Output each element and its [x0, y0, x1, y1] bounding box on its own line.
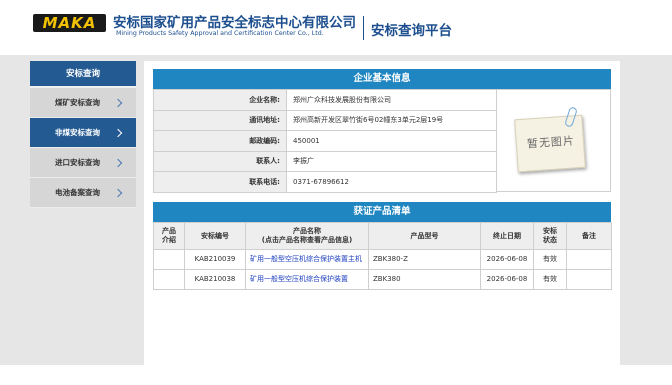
- company-info-table: 企业名称: 郑州广众科技发展股份有限公司 通讯地址: 郑州高新开发区翠竹街6号0…: [153, 89, 497, 193]
- info-value: 0371-67896612: [286, 171, 497, 193]
- product-name-link[interactable]: 矿用一般型空压机综合保护装置主机: [245, 249, 369, 270]
- sidebar-item-label: 煤矿安标查询: [55, 98, 100, 107]
- sidebar-item-non-coal[interactable]: 非煤安标查询: [30, 118, 136, 148]
- product-table-header: 产品 介绍 安标编号 产品名称 (点击产品名称查看产品信息) 产品型号 终止日期 安…: [153, 222, 612, 250]
- col-header-end-date: 终止日期: [480, 222, 534, 250]
- maka-logo[interactable]: MAKA: [33, 14, 106, 32]
- company-photo-cell: 暂无图片: [497, 89, 611, 192]
- chevron-right-icon: [113, 98, 123, 108]
- info-label: 联系电话:: [153, 171, 287, 193]
- platform-title: 安标查询平台: [371, 23, 452, 39]
- sidebar-item-battery[interactable]: 电池备案查询: [30, 178, 136, 208]
- info-value: 郑州高新开发区翠竹街6号02幢东3单元2层19号: [286, 109, 497, 131]
- site-header: MAKA 安标国家矿用产品安全标志中心有限公司 Mining Products …: [0, 0, 672, 55]
- org-name-cn: 安标国家矿用产品安全标志中心有限公司: [113, 15, 356, 31]
- info-label: 联系人:: [153, 150, 287, 172]
- col-header-remark: 备注: [566, 222, 612, 250]
- sidebar-item-coal-mine[interactable]: 煤矿安标查询: [30, 88, 136, 118]
- info-value: 李振广: [286, 150, 497, 172]
- cell-intro: [153, 249, 185, 270]
- content-panel: 企业基本信息 企业名称: 郑州广众科技发展股份有限公司 通讯地址: 郑州高新开发…: [144, 61, 620, 365]
- product-name-link[interactable]: 矿用一般型空压机综合保护装置: [245, 269, 369, 290]
- logo-text: MAKA: [42, 14, 97, 32]
- cell-cert-no: KAB210038: [184, 269, 246, 290]
- info-row-phone: 联系电话: 0371-67896612: [153, 171, 497, 193]
- org-name-en: Mining Products Safety Approval and Cert…: [116, 30, 324, 37]
- info-row-contact: 联系人: 李振广: [153, 150, 497, 172]
- cell-cert-no: KAB210039: [184, 249, 246, 270]
- cell-end-date: 2026-06-08: [480, 249, 534, 270]
- info-label: 企业名称:: [153, 89, 287, 111]
- cell-intro: [153, 269, 185, 290]
- col-header-status: 安标 状态: [533, 222, 567, 250]
- chevron-right-icon: [113, 128, 123, 138]
- cell-remark: [566, 269, 612, 290]
- info-label: 通讯地址:: [153, 109, 287, 131]
- product-table: 产品 介绍 安标编号 产品名称 (点击产品名称查看产品信息) 产品型号 终止日期 安…: [153, 222, 612, 290]
- chevron-right-icon: [113, 188, 123, 198]
- cell-remark: [566, 249, 612, 270]
- cell-model: ZBK380-Z: [368, 249, 481, 270]
- sidebar-title: 安标查询: [30, 61, 136, 88]
- info-label: 邮政编码:: [153, 130, 287, 152]
- col-header-model: 产品型号: [368, 222, 481, 250]
- sidebar-item-label: 电池备案查询: [55, 188, 100, 197]
- sidebar-item-label: 非煤安标查询: [55, 128, 100, 137]
- col-header-cert-no: 安标编号: [184, 222, 246, 250]
- table-row: KAB210038 矿用一般型空压机综合保护装置 ZBK380 2026-06-…: [153, 269, 612, 290]
- col-header-product-name: 产品名称 (点击产品名称查看产品信息): [245, 222, 369, 250]
- info-row-postcode: 邮政编码: 450001: [153, 130, 497, 152]
- sidebar-item-label: 进口安标查询: [55, 158, 100, 167]
- info-row-company-name: 企业名称: 郑州广众科技发展股份有限公司: [153, 89, 497, 111]
- info-value: 郑州广众科技发展股份有限公司: [286, 89, 497, 111]
- cell-status: 有效: [533, 269, 567, 290]
- sidebar: 安标查询 煤矿安标查询 非煤安标查询 进口安标查询 电池备案查询: [30, 61, 136, 208]
- info-row-address: 通讯地址: 郑州高新开发区翠竹街6号02幢东3单元2层19号: [153, 109, 497, 131]
- sidebar-item-import[interactable]: 进口安标查询: [30, 148, 136, 178]
- footer-space: [0, 365, 672, 385]
- col-header-intro: 产品 介绍: [153, 222, 185, 250]
- table-row: KAB210039 矿用一般型空压机综合保护装置主机 ZBK380-Z 2026…: [153, 249, 612, 270]
- chevron-right-icon: [113, 158, 123, 168]
- cell-model: ZBK380: [368, 269, 481, 290]
- cell-status: 有效: [533, 249, 567, 270]
- header-divider: [363, 16, 364, 40]
- no-image-text: 暂无图片: [526, 134, 576, 151]
- no-image-placeholder: 暂无图片: [514, 114, 586, 173]
- cell-end-date: 2026-06-08: [480, 269, 534, 290]
- company-info-title: 企业基本信息: [153, 69, 611, 89]
- info-value: 450001: [286, 130, 497, 152]
- product-list-title: 获证产品清单: [153, 202, 611, 222]
